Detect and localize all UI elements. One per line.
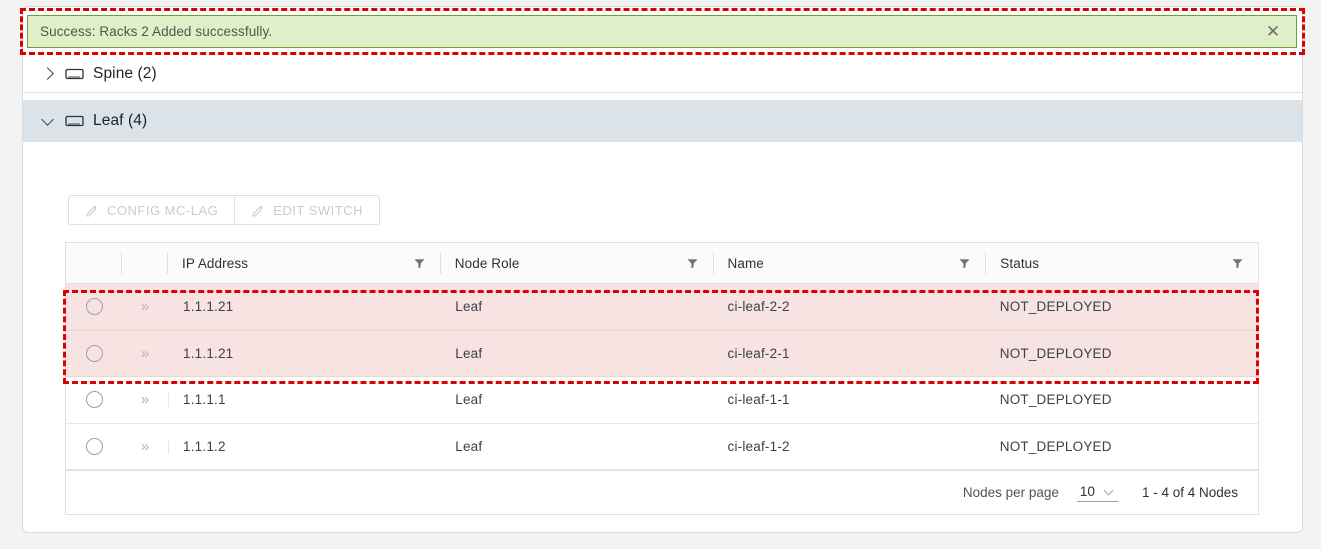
table-footer: Nodes per page 10 1 - 4 of 4 Nodes (66, 470, 1258, 514)
row-select-cell[interactable] (66, 437, 122, 455)
chevron-right-icon (41, 66, 56, 81)
switch-icon (65, 115, 84, 127)
table-row[interactable]: » 1.1.1.21 Leaf ci-leaf-2-2 NOT_DEPLOYED (66, 284, 1258, 331)
success-banner: Success: Racks 2 Added successfully. ✕ (27, 15, 1297, 48)
pencil-icon (252, 205, 263, 217)
success-banner-message: Success: Racks 2 Added successfully. (40, 24, 273, 39)
table-header-expand-column (122, 252, 168, 274)
expand-chevrons-icon[interactable]: » (141, 346, 149, 361)
column-label-name: Name (727, 255, 764, 271)
table-row[interactable]: » 1.1.1.1 Leaf ci-leaf-1-1 NOT_DEPLOYED (66, 377, 1258, 424)
accordion-section-spine[interactable]: Spine (2) (23, 55, 1302, 93)
filter-icon[interactable] (1231, 257, 1244, 270)
row-expand-cell[interactable]: » (122, 299, 168, 314)
accordion-label-spine: Spine (2) (93, 64, 157, 82)
table-header-name[interactable]: Name (714, 252, 987, 274)
edit-switch-button[interactable]: EDIT SWITCH (234, 196, 379, 224)
radio-button[interactable] (85, 391, 103, 409)
page-root: Success: Racks 2 Added successfully. ✕ S… (0, 0, 1321, 549)
cell-status: NOT_DEPLOYED (999, 345, 1112, 361)
cell-node-role: Leaf (455, 392, 483, 408)
table-row[interactable]: » 1.1.1.21 Leaf ci-leaf-2-1 NOT_DEPLOYED (66, 330, 1258, 377)
config-mclag-label: CONFIG MC-LAG (107, 202, 219, 218)
table-header-row: IP Address Node Role Name Status (66, 243, 1258, 284)
row-expand-cell[interactable]: » (122, 439, 168, 454)
expand-chevrons-icon[interactable]: » (141, 439, 149, 454)
row-expand-cell[interactable]: » (122, 346, 168, 361)
column-label-ip-address: IP Address (182, 255, 249, 271)
chevron-down-icon (1104, 488, 1115, 495)
filter-icon[interactable] (958, 257, 971, 270)
filter-icon[interactable] (686, 257, 699, 270)
cell-node-role: Leaf (455, 299, 483, 315)
table-row[interactable]: » 1.1.1.2 Leaf ci-leaf-1-2 NOT_DEPLOYED (66, 423, 1258, 470)
nodes-per-page-select[interactable]: 10 (1076, 483, 1118, 502)
cell-node-role: Leaf (455, 345, 483, 361)
cell-node-role: Leaf (455, 438, 483, 454)
close-icon[interactable]: ✕ (1262, 21, 1284, 43)
table-header-status[interactable]: Status (986, 252, 1258, 274)
chevron-down-icon (41, 114, 56, 129)
column-label-node-role: Node Role (454, 255, 520, 271)
cell-name: ci-leaf-1-2 (727, 438, 790, 454)
nodes-table: IP Address Node Role Name Status » 1.1.1… (65, 242, 1259, 515)
action-button-group: CONFIG MC-LAG EDIT SWITCH (68, 195, 380, 225)
row-select-cell[interactable] (66, 298, 122, 316)
accordion-label-leaf: Leaf (4) (93, 112, 148, 129)
cell-status: NOT_DEPLOYED (999, 299, 1112, 315)
cell-name: ci-leaf-2-2 (727, 299, 790, 315)
table-header-select-column (66, 252, 122, 274)
nodes-per-page-label: Nodes per page (962, 485, 1059, 500)
table-header-ip-address[interactable]: IP Address (168, 252, 441, 274)
radio-button[interactable] (85, 437, 103, 455)
row-expand-cell[interactable]: » (122, 392, 168, 407)
pencil-icon (86, 205, 97, 217)
expand-chevrons-icon[interactable]: » (141, 392, 149, 407)
table-header-node-role[interactable]: Node Role (441, 252, 714, 274)
radio-button[interactable] (85, 298, 103, 316)
filter-icon[interactable] (413, 257, 426, 270)
pagination-range: 1 - 4 of 4 Nodes (1141, 485, 1238, 500)
cell-ip-address: 1.1.1.21 (168, 345, 441, 361)
cell-status: NOT_DEPLOYED (999, 392, 1112, 408)
radio-button[interactable] (85, 344, 103, 362)
row-select-cell[interactable] (66, 391, 122, 409)
config-mclag-button[interactable]: CONFIG MC-LAG (69, 196, 235, 224)
accordion-section-leaf[interactable]: Leaf (4) (23, 100, 1302, 142)
cell-name: ci-leaf-1-1 (727, 392, 790, 408)
row-select-cell[interactable] (66, 344, 122, 362)
cell-name: ci-leaf-2-1 (727, 345, 790, 361)
leaf-panel: CONFIG MC-LAG EDIT SWITCH IP Address Nod… (23, 142, 1302, 527)
cell-ip-address: 1.1.1.21 (168, 299, 441, 315)
cell-status: NOT_DEPLOYED (999, 438, 1112, 454)
switch-icon (65, 68, 84, 79)
edit-switch-label: EDIT SWITCH (273, 202, 363, 218)
cell-ip-address: 1.1.1.1 (168, 392, 441, 408)
cell-ip-address: 1.1.1.2 (168, 438, 441, 454)
nodes-per-page-value: 10 (1079, 483, 1095, 499)
expand-chevrons-icon[interactable]: » (141, 299, 149, 314)
column-label-status: Status (1000, 255, 1040, 271)
